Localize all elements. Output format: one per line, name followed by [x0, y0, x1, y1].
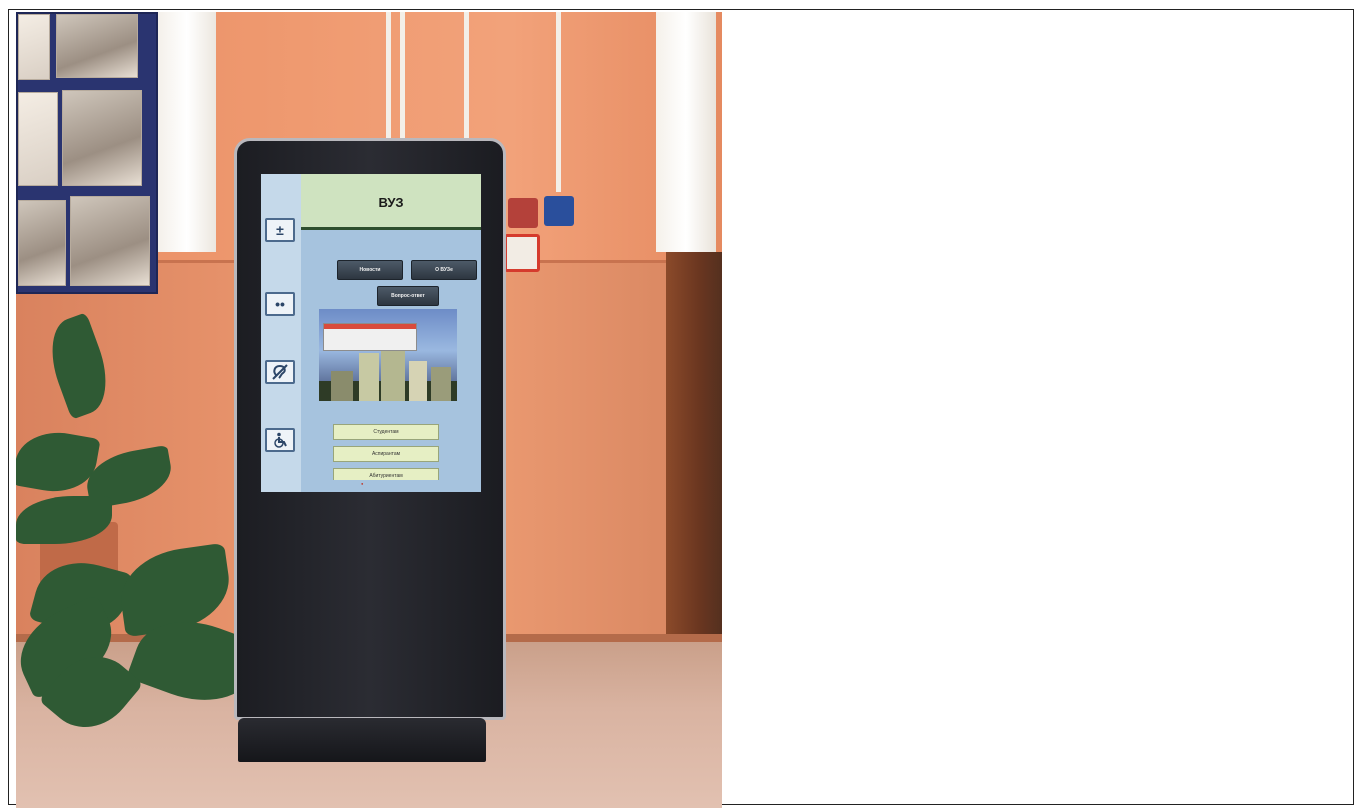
kiosk-footer [301, 480, 481, 492]
fire-hydrant-sign [504, 234, 540, 272]
poster [18, 200, 66, 286]
hearing-icon [265, 360, 295, 384]
wall-pillar [656, 12, 716, 252]
poster [56, 14, 138, 78]
kiosk-photo: ± •• ВУЗ Новости О ВУЗе Вопрос-ответ Сту… [16, 12, 722, 808]
kiosk-screen: ± •• ВУЗ Новости О ВУЗе Вопрос-ответ Сту… [261, 174, 481, 492]
building [331, 371, 353, 401]
building [431, 367, 451, 401]
faq-button: Вопрос-ответ [377, 286, 439, 306]
wall-pipe [400, 12, 405, 140]
postgrad-button: Аспирантам [333, 446, 439, 462]
dialog-window [323, 323, 417, 351]
plus-minus-icon: ± [265, 218, 295, 242]
wall-pipe [464, 12, 469, 138]
wall-pipe [386, 12, 391, 140]
students-button: Студентам [333, 424, 439, 440]
fire-alarm-box [508, 198, 538, 228]
kiosk-base [238, 718, 486, 762]
wall-pillar [158, 12, 216, 252]
about-button: О ВУЗе [411, 260, 477, 280]
poster [70, 196, 150, 286]
kiosk-logo: ● [361, 481, 364, 486]
wheelchair-icon [265, 428, 295, 452]
accessibility-panel: ± •• [261, 174, 301, 492]
poster [62, 90, 142, 186]
wall-pipe [556, 12, 561, 192]
poster [18, 92, 58, 186]
building [359, 353, 379, 401]
alarm-button [544, 196, 574, 226]
kiosk-title: ВУЗ [378, 194, 404, 210]
kiosk-banner-image [319, 309, 457, 401]
building [409, 361, 427, 401]
news-button: Новости [337, 260, 403, 280]
poster [18, 14, 50, 80]
kiosk-header: ВУЗ [301, 174, 481, 230]
doorway [666, 252, 722, 662]
notice-board [16, 12, 158, 294]
eyes-icon: •• [265, 292, 295, 316]
